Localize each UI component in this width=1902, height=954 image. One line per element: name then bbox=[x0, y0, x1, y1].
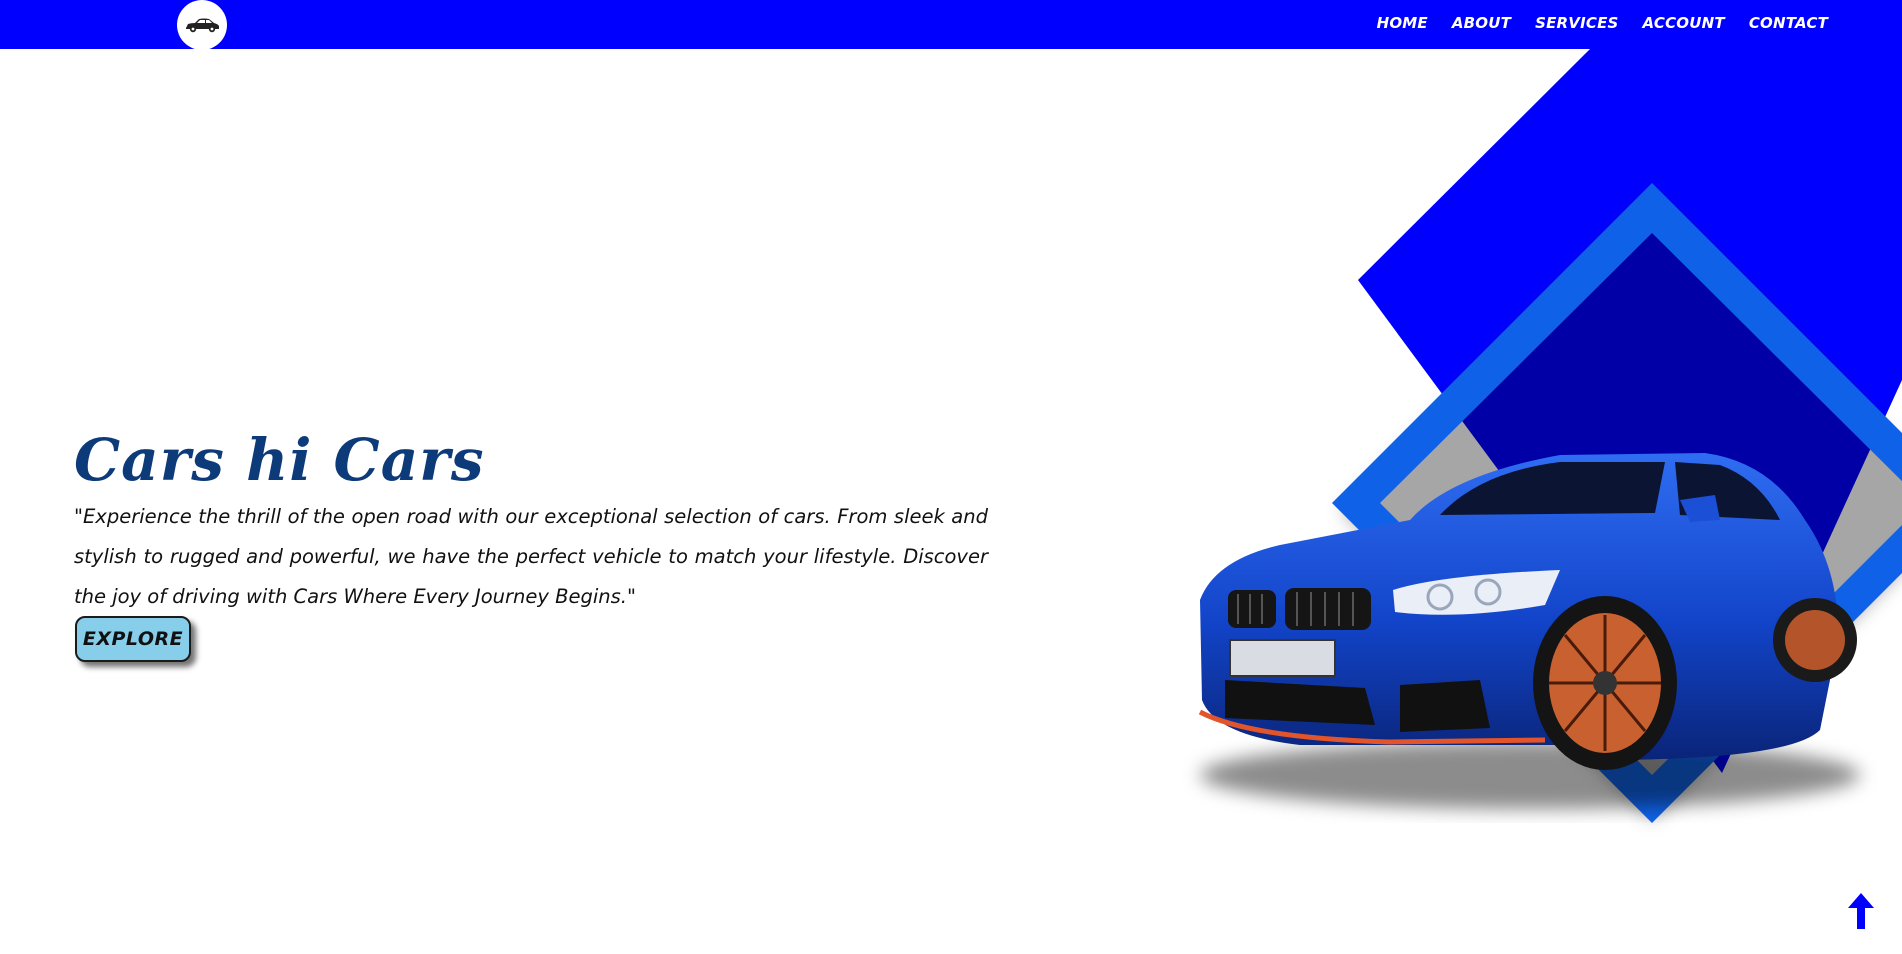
arrow-up-icon bbox=[1848, 893, 1874, 929]
nav-links: HOME ABOUT SERVICES ACCOUNT CONTACT bbox=[1377, 0, 1828, 46]
nav-link-account[interactable]: ACCOUNT bbox=[1643, 14, 1725, 32]
nav-link-services[interactable]: SERVICES bbox=[1535, 14, 1618, 32]
car-icon bbox=[186, 18, 219, 33]
scroll-to-top-button[interactable] bbox=[1848, 893, 1874, 929]
nav-link-home[interactable]: HOME bbox=[1377, 14, 1428, 32]
navbar: HOME ABOUT SERVICES ACCOUNT CONTACT bbox=[0, 0, 1902, 50]
nav-link-contact[interactable]: CONTACT bbox=[1749, 14, 1828, 32]
logo[interactable] bbox=[177, 0, 227, 50]
hero-graphic bbox=[1198, 49, 1902, 823]
nav-link-about[interactable]: ABOUT bbox=[1452, 14, 1511, 32]
blue-sports-car-image bbox=[1198, 453, 1860, 809]
